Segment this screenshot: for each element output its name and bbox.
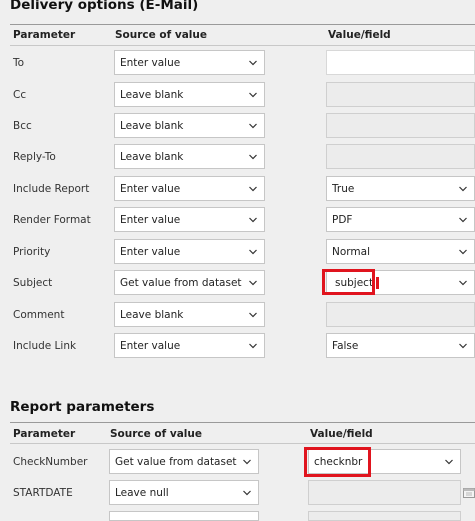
source-select-cc[interactable]: Leave blank [114, 82, 265, 107]
value-select-render-format[interactable]: PDF [326, 207, 475, 232]
chevron-down-icon [247, 89, 259, 101]
delivery-header-value: Value/field [328, 29, 391, 41]
highlight-box-subject [322, 269, 375, 295]
chevron-down-icon [247, 214, 259, 226]
value-select-include-report[interactable]: True [326, 176, 475, 201]
param-label-checknumber: CheckNumber [13, 456, 88, 468]
source-select-render-format[interactable]: Enter value [114, 207, 265, 232]
param-label-to: To [13, 57, 25, 69]
report-params-header-divider-top [10, 422, 475, 423]
source-select-reply-to-value: Leave blank [120, 150, 184, 163]
chevron-down-icon [457, 340, 469, 352]
source-select-include-report[interactable]: Enter value [114, 176, 265, 201]
chevron-down-icon [457, 183, 469, 195]
source-select-render-format-value: Enter value [120, 213, 181, 226]
source-select-comment[interactable]: Leave blank [114, 302, 265, 327]
param-label-include-report: Include Report [13, 183, 90, 195]
source-select-bcc[interactable]: Leave blank [114, 113, 265, 138]
param-label-render-format: Render Format [13, 214, 91, 226]
chevron-down-icon [247, 246, 259, 258]
source-select-bcc-value: Leave blank [120, 119, 184, 132]
source-select-to-value: Enter value [120, 56, 181, 69]
source-select-subject-value: Get value from dataset [120, 276, 242, 289]
param-label-reply-to: Reply-To [13, 151, 56, 163]
source-select-checknumber[interactable]: Get value from dataset [109, 449, 259, 474]
report-params-header-value: Value/field [310, 428, 373, 440]
source-select-reply-to[interactable]: Leave blank [114, 144, 265, 169]
value-field-bcc-disabled [326, 113, 475, 138]
param-label-bcc: Bcc [13, 120, 32, 132]
source-select-next-row-partial[interactable] [109, 511, 259, 521]
report-params-header-source: Source of value [110, 428, 202, 440]
value-select-include-link[interactable]: False [326, 333, 475, 358]
chevron-down-icon [443, 456, 455, 468]
source-select-cc-value: Leave blank [120, 88, 184, 101]
value-select-include-report-value: True [332, 182, 355, 195]
value-select-render-format-value: PDF [332, 213, 353, 226]
delivery-header-parameter: Parameter [13, 29, 76, 41]
chevron-down-icon [247, 183, 259, 195]
chevron-down-icon [247, 309, 259, 321]
param-label-cc: Cc [13, 89, 27, 101]
source-select-comment-value: Leave blank [120, 308, 184, 321]
value-field-cc-disabled [326, 82, 475, 107]
source-select-startdate[interactable]: Leave null [109, 480, 259, 505]
report-parameters-title: Report parameters [10, 399, 155, 415]
source-select-subject[interactable]: Get value from dataset [114, 270, 265, 295]
source-select-include-link[interactable]: Enter value [114, 333, 265, 358]
chevron-down-icon [457, 277, 469, 289]
value-field-comment-disabled [326, 302, 475, 327]
calendar-icon[interactable] [463, 487, 475, 501]
value-field-reply-to-disabled [326, 144, 475, 169]
chevron-down-icon [247, 340, 259, 352]
source-select-to[interactable]: Enter value [114, 50, 265, 75]
highlight-box-checknumber [304, 447, 371, 477]
delivery-header-divider [10, 45, 475, 46]
report-params-header-parameter: Parameter [13, 428, 76, 440]
chevron-down-icon [457, 214, 469, 226]
delivery-options-title: Delivery options (E-Mail) [10, 0, 199, 13]
value-date-startdate-disabled [308, 480, 461, 505]
report-params-header-divider [10, 443, 475, 444]
chevron-down-icon [247, 151, 259, 163]
value-select-priority[interactable]: Normal [326, 239, 475, 264]
chevron-down-icon [247, 120, 259, 132]
param-label-subject: Subject [13, 277, 53, 289]
param-label-include-link: Include Link [13, 340, 77, 352]
chevron-down-icon [247, 57, 259, 69]
source-select-checknumber-value: Get value from dataset [115, 455, 237, 468]
param-label-startdate: STARTDATE [13, 487, 73, 499]
delivery-header-divider-top [10, 24, 475, 25]
value-select-include-link-value: False [332, 339, 359, 352]
param-label-priority: Priority [13, 246, 51, 258]
source-select-include-report-value: Enter value [120, 182, 181, 195]
value-select-priority-value: Normal [332, 245, 370, 258]
delivery-header-source: Source of value [115, 29, 207, 41]
param-label-comment: Comment [13, 309, 65, 321]
chevron-down-icon [241, 487, 253, 499]
source-select-priority-value: Enter value [120, 245, 181, 258]
source-select-priority[interactable]: Enter value [114, 239, 265, 264]
source-select-include-link-value: Enter value [120, 339, 181, 352]
chevron-down-icon [457, 246, 469, 258]
chevron-down-icon [247, 277, 259, 289]
chevron-down-icon [241, 456, 253, 468]
source-select-startdate-value: Leave null [115, 486, 169, 499]
value-field-next-row-partial [308, 511, 461, 521]
value-input-to[interactable] [326, 50, 475, 75]
